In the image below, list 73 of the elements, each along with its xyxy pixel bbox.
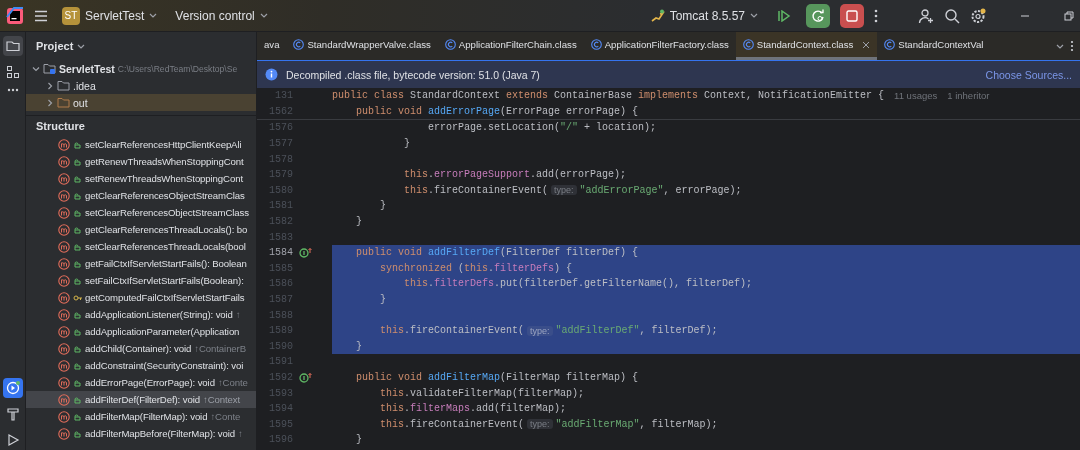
line-number: 1584: [268, 247, 293, 259]
structure-item[interactable]: addChild(Container): void ↑ContainerB: [26, 340, 256, 357]
code-line: }: [379, 199, 387, 214]
code-line: }: [403, 137, 411, 152]
inherited-from: ↑: [238, 428, 243, 439]
project-path: C:\Users\RedTeam\Desktop\Se: [117, 63, 238, 74]
member-name: setClearReferencesThreadLocals(bool: [85, 241, 246, 252]
structure-item[interactable]: getRenewThreadsWhenStoppingCont: [26, 153, 256, 170]
inherited-from: ↑Conte: [210, 411, 241, 422]
editor-tab[interactable]: StandardContextVal: [877, 32, 991, 60]
structure-item[interactable]: setClearReferencesThreadLocals(bool: [26, 238, 256, 255]
inherited-from: ↑Context: [202, 394, 240, 405]
tree-item-label[interactable]: out: [73, 96, 88, 109]
member-name: addChild(Container): void: [85, 343, 192, 354]
inherited-from: ↑Conte: [217, 377, 248, 388]
editor-tab[interactable]: StandardContext.class: [735, 32, 878, 60]
code-line: public class StandardContext extends ContainerBase implements Context, NotificationEmitter { 11 usages 1 inheritor: [332, 89, 991, 104]
code-line: public void addFilterMap(FilterMap filterMap) {: [355, 371, 640, 385]
editor-tab[interactable]: ApplicationFilterChain.class: [437, 32, 584, 60]
member-name: addApplicationParameter(Application: [85, 326, 240, 337]
structure-item[interactable]: addApplicationParameter(Application: [26, 323, 256, 340]
structure-item[interactable]: getClearReferencesThreadLocals(): bo: [26, 221, 256, 238]
member-name: addApplicationListener(String): void: [85, 309, 233, 320]
structure-item[interactable]: addErrorPage(ErrorPage): void ↑Conte: [26, 374, 256, 391]
structure-item[interactable]: addFilterDef(FilterDef): void ↑Context: [26, 391, 256, 408]
structure-item[interactable]: addFilterMap(FilterMap): void ↑Conte: [26, 408, 256, 425]
run-config-selector[interactable]: Tomcat 8.5.57: [646, 6, 762, 25]
tree-item-label[interactable]: ServletTest: [59, 62, 115, 75]
member-name: setClearReferencesHttpClientKeepAli: [85, 139, 242, 150]
code-line: this.fireContainerEvent( type: "addFilterMap", filterMap);: [379, 417, 719, 432]
inherited-from: ↑ContainerB: [194, 343, 246, 354]
structure-item[interactable]: getComputedFailCtxIfServletStartFails: [26, 289, 256, 306]
code-line: this.errorPageSupport.add(errorPage);: [403, 168, 628, 183]
code-line: public void addErrorPage(ErrorPage errorPage) {: [355, 104, 640, 119]
structure-item[interactable]: setFailCtxIfServletStartFails(Boolean):: [26, 272, 256, 289]
member-name: setClearReferencesObjectStreamClass: [85, 207, 249, 218]
member-name: getClearReferencesObjectStreamClas: [85, 190, 245, 201]
member-name: addErrorPage(ErrorPage): void: [85, 377, 215, 388]
structure-item[interactable]: setRenewThreadsWhenStoppingCont: [26, 170, 256, 187]
code-line: this.filterMaps.add(filterMap);: [379, 402, 568, 417]
structure-item[interactable]: addFilterMapBefore(FilterMap): void ↑: [26, 425, 256, 442]
code-line: this.fireContainerEvent( type: "addErrorPage", errorPage);: [403, 183, 743, 198]
member-name: addConstraint(SecurityConstraint): voi: [85, 360, 244, 371]
structure-item[interactable]: getClearReferencesObjectStreamClas: [26, 187, 256, 204]
code-line: errorPage.setLocation("/" + location);: [427, 121, 658, 136]
member-name: getClearReferencesThreadLocals(): bo: [85, 224, 248, 235]
structure-item[interactable]: setClearReferencesObjectStreamClass: [26, 204, 256, 221]
member-name: addFilterMap(FilterMap): void: [85, 411, 208, 422]
editor-tab[interactable]: StandardWrapperValve.class: [286, 32, 438, 60]
panel-title[interactable]: Project: [36, 40, 74, 52]
member-name: setFailCtxIfServletStartFails(Boolean):: [85, 275, 244, 286]
structure-item[interactable]: getFailCtxIfServletStartFails(): Boolean: [26, 255, 256, 272]
member-name: addFilterMapBefore(FilterMap): void: [85, 428, 236, 439]
member-name: addFilterDef(FilterDef): void: [85, 394, 200, 405]
structure-item[interactable]: addConstraint(SecurityConstraint): voi: [26, 357, 256, 374]
code-line: }: [355, 215, 363, 230]
inherited-from: ↑: [235, 309, 241, 320]
editor-tab[interactable]: ava: [257, 32, 287, 60]
code-line: this.validateFilterMap(filterMap);: [379, 386, 586, 401]
banner-message: Decompiled .class file, bytecode version: 51.0 (Java 7): [286, 68, 540, 81]
structure-item[interactable]: addApplicationListener(String): void ↑: [26, 306, 256, 323]
panel-title: Structure: [36, 120, 85, 132]
project-switcher[interactable]: ST ServletTest: [58, 4, 162, 27]
member-name: getComputedFailCtxIfServletStartFails: [85, 292, 245, 303]
vcs-menu[interactable]: Version control: [171, 6, 272, 25]
structure-item[interactable]: setClearReferencesHttpClientKeepAli: [26, 136, 256, 153]
choose-sources-link[interactable]: Choose Sources...: [985, 68, 1072, 81]
code-line: }: [355, 433, 363, 448]
member-name: setRenewThreadsWhenStoppingCont: [85, 173, 243, 184]
tree-item-label[interactable]: .idea: [73, 79, 96, 92]
editor-tab[interactable]: ApplicationFilterFactory.class: [583, 32, 736, 60]
member-name: getRenewThreadsWhenStoppingCont: [85, 156, 244, 167]
member-name: getFailCtxIfServletStartFails(): Boolean: [85, 258, 247, 269]
